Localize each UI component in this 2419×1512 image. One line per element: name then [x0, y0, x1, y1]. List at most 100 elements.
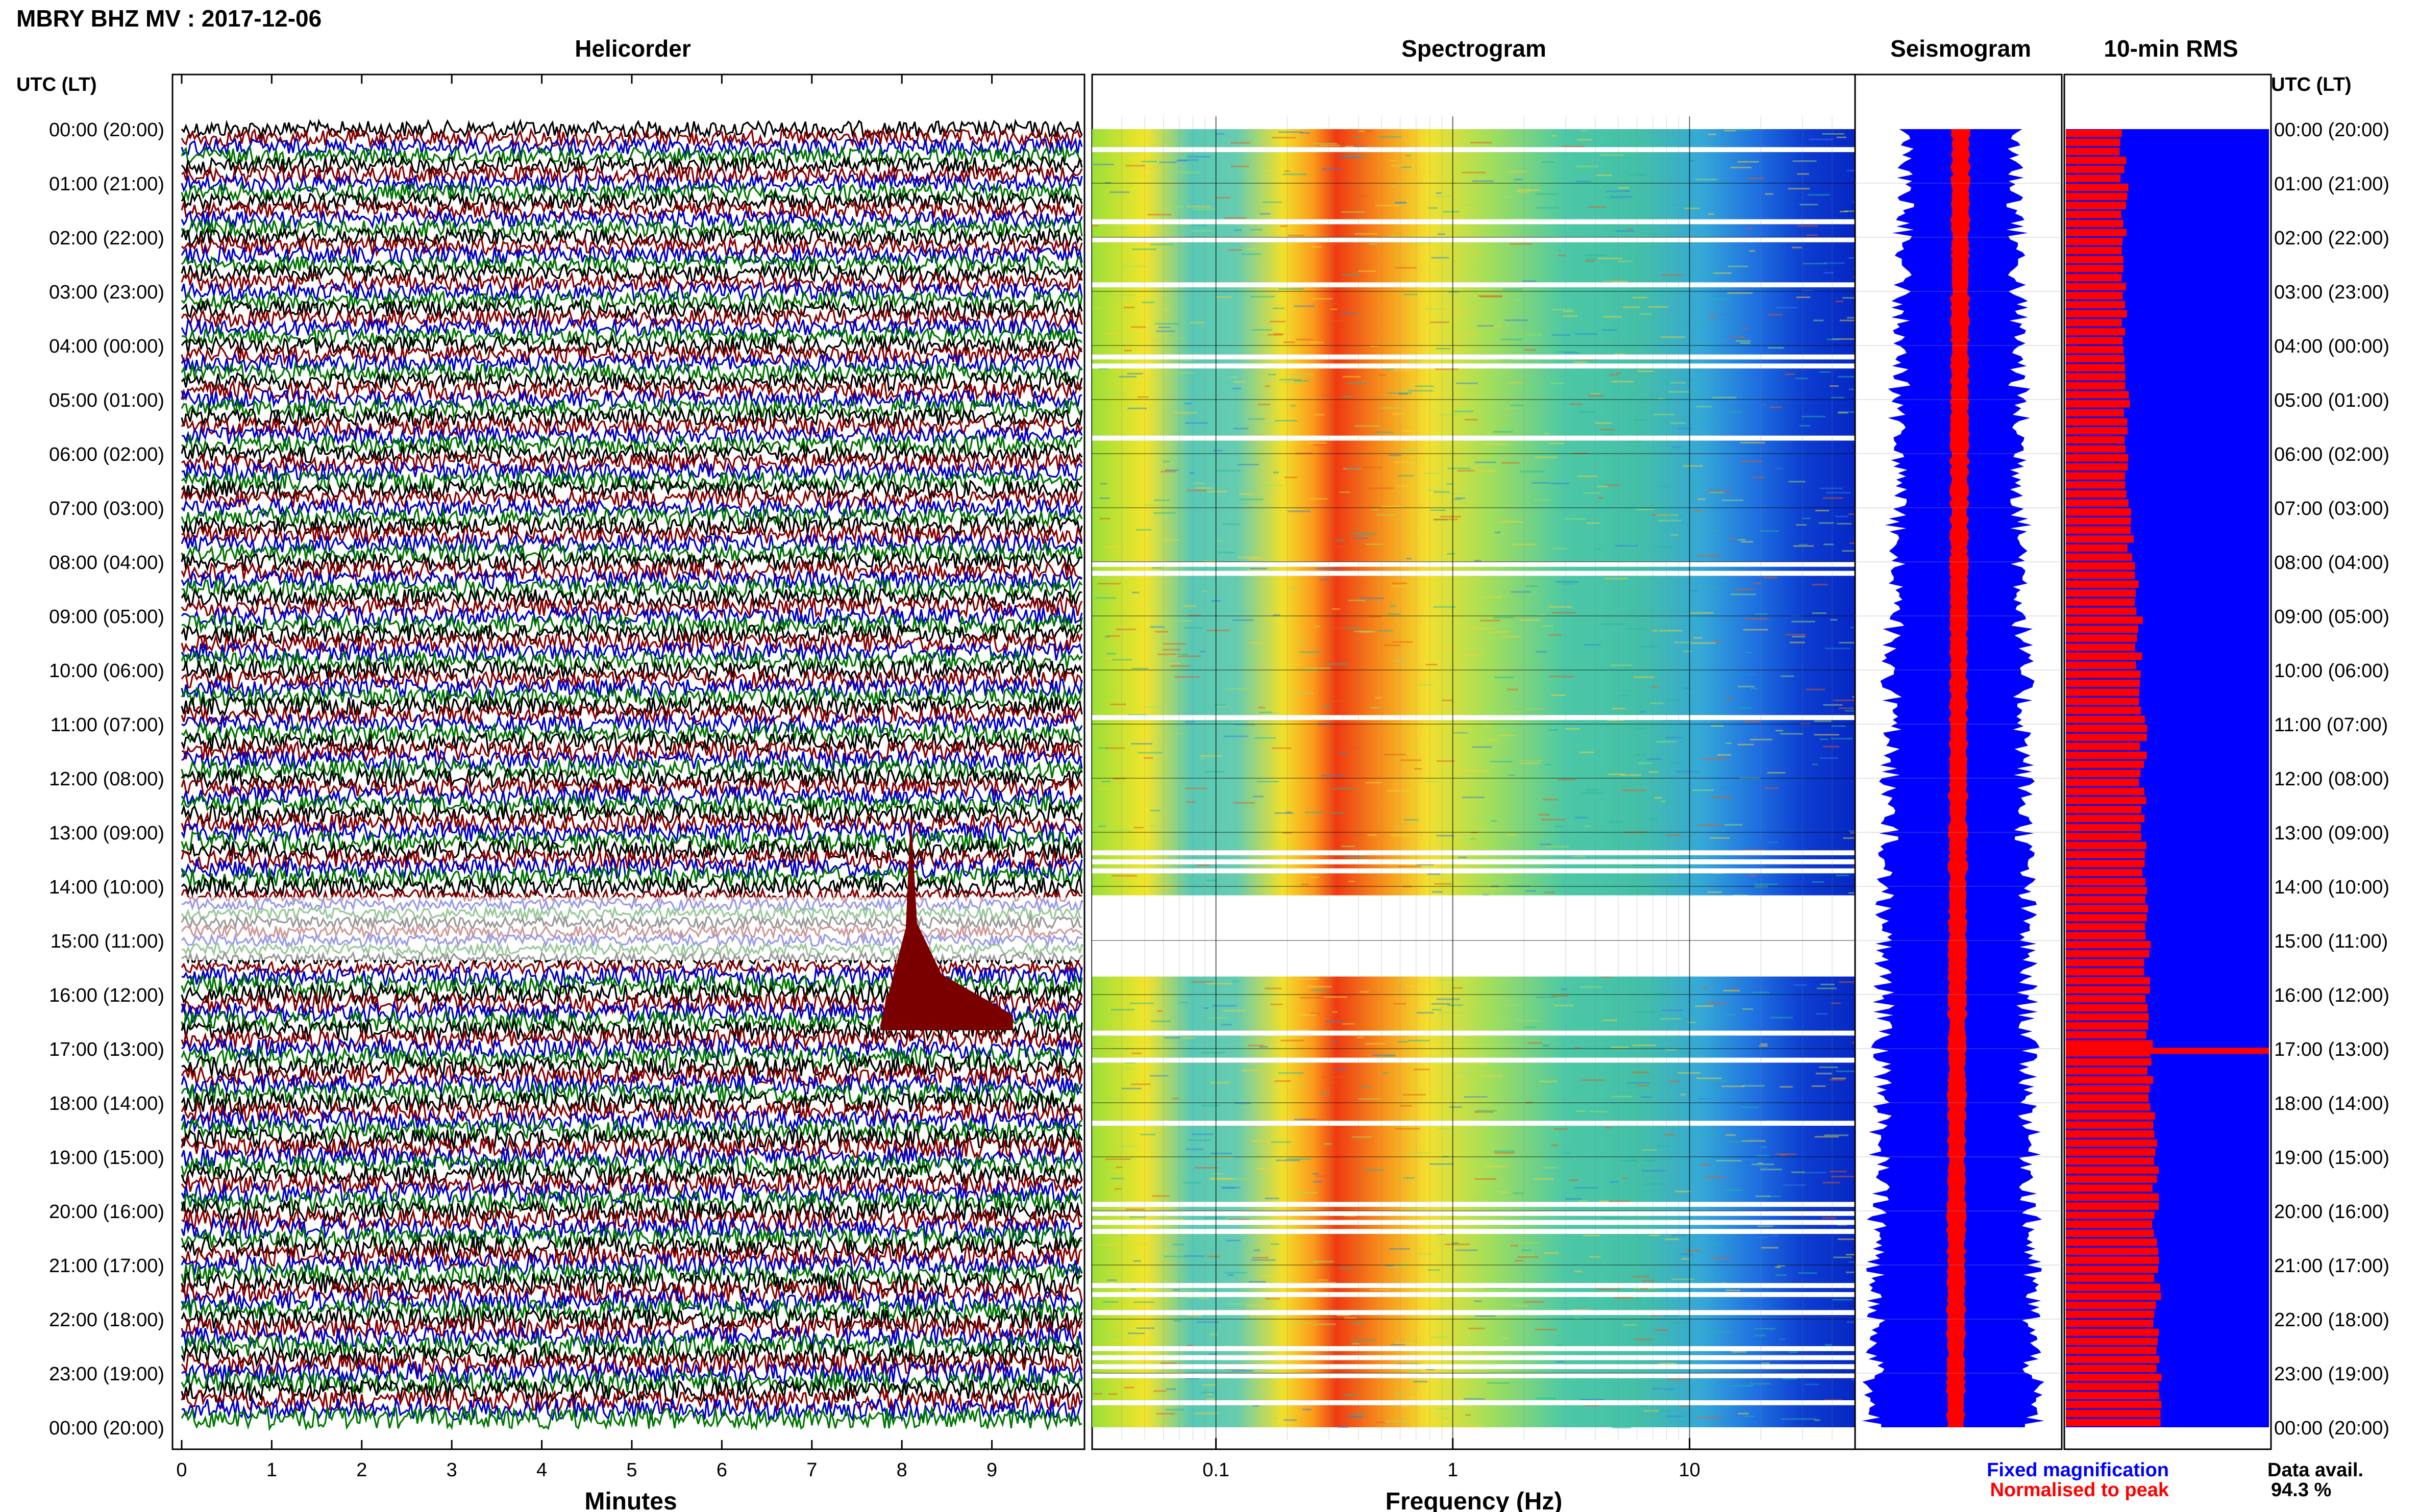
spectrogram-speckle	[1768, 347, 1784, 349]
spectrogram-speckle	[1634, 1298, 1643, 1300]
spectrogram-speckle	[1369, 243, 1377, 245]
spectrogram-speckle	[1829, 1171, 1847, 1173]
spectrogram-speckle	[1741, 541, 1754, 543]
rms-bar	[2066, 806, 2142, 813]
spectrogram-speckle	[1680, 1253, 1694, 1255]
rms-bar	[2066, 1347, 2157, 1354]
spectrogram-speckle	[1458, 856, 1467, 858]
spectrogram-speckle	[1809, 138, 1834, 140]
spectrogram-speckle	[1159, 161, 1177, 163]
spectrogram-speckle	[1184, 422, 1208, 424]
spectrogram-gap	[1092, 1030, 1855, 1036]
rms-bar	[2066, 229, 2127, 236]
spectrogram-speckle	[1459, 1426, 1482, 1428]
spectrogram-speckle	[1133, 827, 1144, 829]
spectrogram-speckle	[1210, 1082, 1229, 1084]
spectrogram-speckle	[1354, 233, 1377, 235]
spectrogram-speckle	[1532, 482, 1550, 484]
spectrogram-speckle	[1486, 739, 1499, 741]
spectrogram-speckle	[1325, 700, 1350, 702]
spectrogram-speckle	[1632, 864, 1658, 866]
spectrogram-speckle	[1137, 1327, 1154, 1329]
spectrogram-speckle	[1233, 428, 1249, 430]
spectrogram-x-tick-label: 10	[1679, 1459, 1700, 1481]
spectrogram-speckle	[1574, 1271, 1582, 1273]
spectrogram-speckle	[1130, 1288, 1137, 1290]
spectrogram-speckle	[1398, 475, 1414, 477]
spectrogram-speckle	[1563, 311, 1574, 313]
spectrogram-speckle	[1390, 186, 1397, 188]
spectrogram-speckle	[1270, 1003, 1283, 1005]
spectrogram-speckle	[1727, 292, 1753, 294]
spectrogram-speckle	[1619, 695, 1628, 697]
spectrogram-speckle	[1281, 381, 1305, 383]
spectrogram-speckle	[1654, 797, 1663, 799]
spectrogram-speckle	[1749, 738, 1773, 740]
spectrogram-speckle	[1584, 644, 1601, 646]
rms-bar	[2066, 535, 2134, 543]
spectrogram-speckle	[1141, 161, 1157, 163]
spectrogram-speckle	[1322, 705, 1331, 707]
spectrogram-speckle	[1724, 824, 1743, 826]
spectrogram-gap	[1092, 1229, 1855, 1234]
spectrogram-speckle	[1701, 758, 1727, 760]
spectrogram-speckle	[1194, 1412, 1219, 1415]
spectrogram-speckle	[1525, 334, 1542, 336]
rms-bar	[2066, 1247, 2159, 1255]
spectrogram-speckle	[1474, 461, 1496, 463]
spectrogram-speckle	[1105, 747, 1125, 749]
spectrogram-speckle	[1331, 1040, 1338, 1043]
spectrogram-speckle	[1609, 374, 1618, 376]
spectrogram-speckle	[1830, 385, 1839, 387]
time-label-right: 05:00 (01:00)	[2274, 390, 2389, 411]
spectrogram-speckle	[1213, 450, 1223, 452]
spectrogram-speckle	[1756, 1236, 1768, 1238]
rms-title: 10-min RMS	[2104, 35, 2238, 62]
spectrogram-speckle	[1127, 407, 1147, 409]
spectrogram-speckle	[1554, 1004, 1573, 1006]
spectrogram-speckle	[1796, 296, 1811, 299]
helicorder-x-tick-label: 1	[266, 1459, 277, 1481]
spectrogram-speckle	[1799, 425, 1811, 427]
spectrogram-speckle	[1195, 1167, 1219, 1169]
spectrogram-speckle	[1455, 382, 1478, 384]
spectrogram-speckle	[1157, 653, 1176, 655]
spectrogram-speckle	[1599, 429, 1615, 431]
spectrogram-speckle	[1720, 313, 1743, 315]
spectrogram-speckle	[1367, 834, 1377, 836]
spectrogram-speckle	[1833, 699, 1855, 701]
spectrogram-speckle	[1640, 1287, 1648, 1290]
time-label-left: 21:00 (17:00)	[49, 1255, 164, 1277]
spectrogram-speckle	[1422, 171, 1441, 173]
spectrogram-speckle	[1721, 336, 1740, 338]
spectrogram-speckle	[1215, 133, 1225, 135]
spectrogram-speckle	[1484, 1166, 1508, 1168]
spectrogram-speckle	[1324, 1143, 1332, 1145]
rms-bar	[2066, 1382, 2159, 1391]
rms-bar	[2066, 1238, 2157, 1246]
spectrogram-speckle	[1218, 552, 1236, 554]
spectrogram-speckle	[1395, 267, 1417, 269]
spectrogram-speckle	[1332, 787, 1355, 789]
seismogram-title: Seismogram	[1890, 35, 2031, 62]
spectrogram-speckle	[1195, 487, 1214, 489]
time-label-left: 00:00 (20:00)	[49, 119, 164, 141]
spectrogram-speckle	[1233, 381, 1246, 383]
spectrogram-speckle	[1313, 1181, 1323, 1183]
spectrogram-speckle	[1379, 136, 1401, 138]
spectrogram-speckle	[1789, 1351, 1798, 1353]
spectrogram-speckle	[1708, 213, 1714, 215]
rms-bar	[2066, 463, 2128, 471]
spectrogram-speckle	[1415, 385, 1434, 387]
spectrogram-speckle	[1098, 825, 1106, 827]
spectrogram-speckle	[1721, 787, 1734, 789]
spectrogram-speckle	[1750, 687, 1758, 689]
spectrogram-speckle	[1812, 763, 1818, 765]
spectrogram-speckle	[1103, 1255, 1118, 1257]
spectrogram-speckle	[1217, 469, 1241, 472]
spectrogram-speckle	[1744, 1416, 1755, 1418]
spectrogram-speckle	[1272, 307, 1285, 309]
rms-bar	[2066, 373, 2126, 381]
spectrogram-speckle	[1424, 473, 1440, 475]
spectrogram-speckle	[1184, 403, 1192, 405]
